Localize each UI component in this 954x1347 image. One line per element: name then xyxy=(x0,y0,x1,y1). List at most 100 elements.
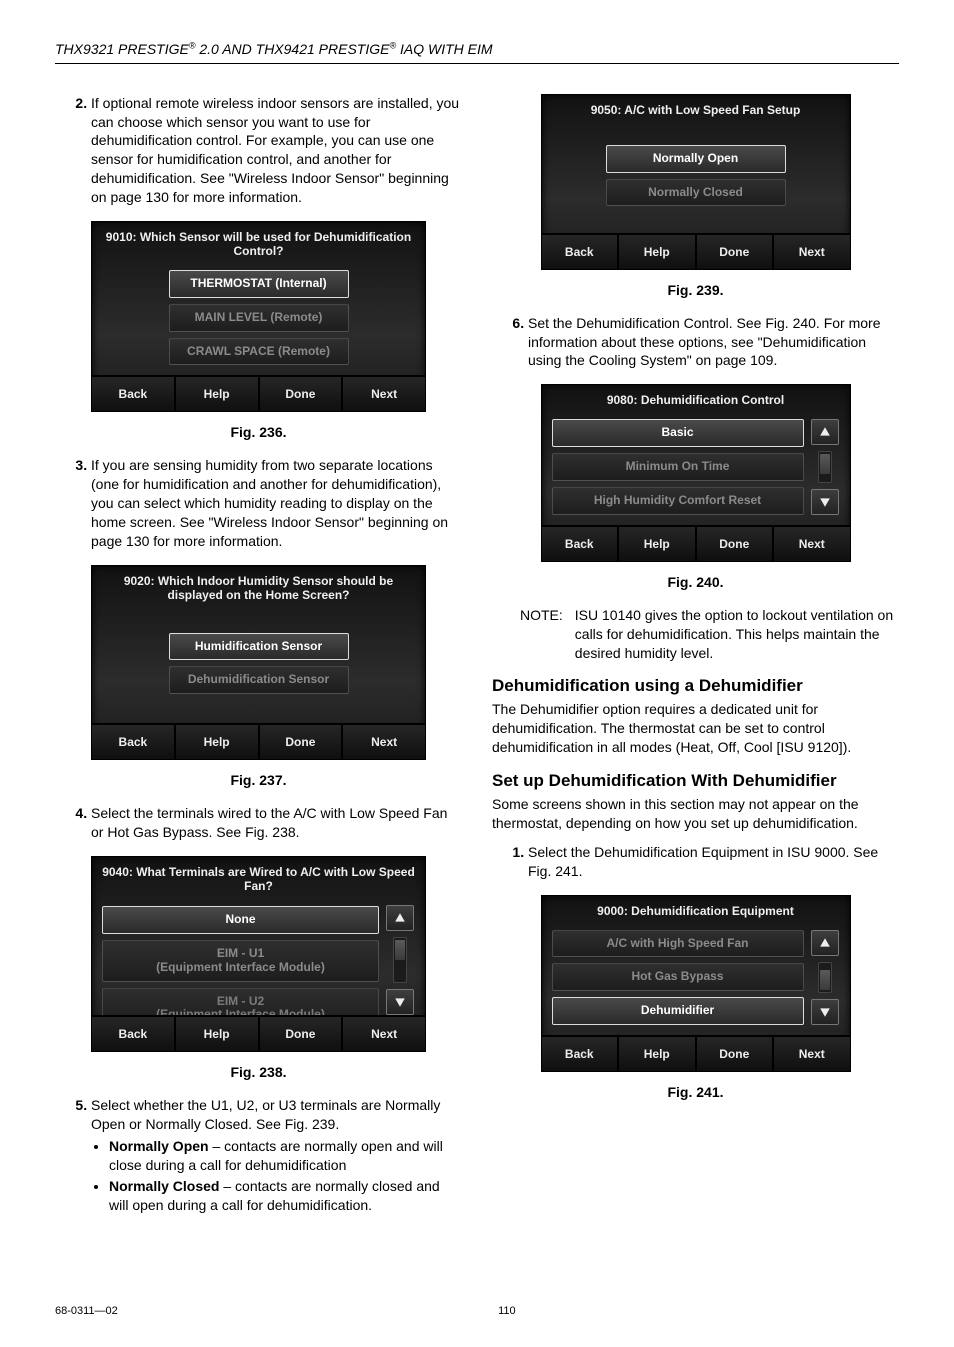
screen-9050: 9050: A/C with Low Speed Fan Setup Norma… xyxy=(541,94,851,270)
li3-text: If you are sensing humidity from two sep… xyxy=(91,457,448,549)
done-button[interactable]: Done xyxy=(260,1017,344,1051)
option-dehumidification-sensor[interactable]: Dehumidification Sensor xyxy=(169,666,349,694)
back-button[interactable]: Back xyxy=(542,235,620,269)
navbar: Back Help Done Next xyxy=(92,375,425,411)
option-crawl-space-remote[interactable]: CRAWL SPACE (Remote) xyxy=(169,338,349,366)
footer-page-number: 110 xyxy=(498,1305,516,1317)
fig-239-caption: Fig. 239. xyxy=(492,282,899,298)
opt-line1: EIM - U2 xyxy=(217,994,264,1008)
next-button[interactable]: Next xyxy=(774,527,850,561)
scroll-track[interactable] xyxy=(818,962,832,993)
screen-9040: 9040: What Terminals are Wired to A/C wi… xyxy=(91,856,426,1052)
chevron-down-icon xyxy=(394,996,406,1008)
fig-240-caption: Fig. 240. xyxy=(492,574,899,590)
list-item-2: If optional remote wireless indoor senso… xyxy=(91,94,462,207)
navbar: Back Help Done Next xyxy=(542,233,850,269)
done-button[interactable]: Done xyxy=(697,235,775,269)
back-button[interactable]: Back xyxy=(542,527,620,561)
help-button[interactable]: Help xyxy=(176,1017,260,1051)
note-text: ISU 10140 gives the option to lockout ve… xyxy=(575,606,899,663)
option-eim-u2[interactable]: EIM - U2 (Equipment Interface Module) xyxy=(102,988,379,1015)
done-button[interactable]: Done xyxy=(260,725,344,759)
screen-9020: 9020: Which Indoor Humidity Sensor shoul… xyxy=(91,565,426,760)
next-button[interactable]: Next xyxy=(343,377,425,411)
heading-set-up-dehumidification: Set up Dehumidification With Dehumidifie… xyxy=(492,771,899,791)
help-button[interactable]: Help xyxy=(176,377,260,411)
screen-title: 9050: A/C with Low Speed Fan Setup xyxy=(542,95,850,123)
back-button[interactable]: Back xyxy=(92,377,176,411)
paragraph-some-screens: Some screens shown in this section may n… xyxy=(492,795,899,833)
scrollbar[interactable] xyxy=(810,930,840,1025)
option-minimum-on-time[interactable]: Minimum On Time xyxy=(552,453,804,481)
done-button[interactable]: Done xyxy=(697,1037,775,1071)
screen-title: 9020: Which Indoor Humidity Sensor shoul… xyxy=(92,566,425,608)
option-basic[interactable]: Basic xyxy=(552,419,804,447)
option-eim-u1[interactable]: EIM - U1 (Equipment Interface Module) xyxy=(102,940,379,982)
note-label: NOTE: xyxy=(520,606,563,663)
scroll-thumb[interactable] xyxy=(820,454,830,474)
screen-title: 9000: Dehumidification Equipment xyxy=(542,896,850,924)
scrollbar[interactable] xyxy=(385,905,415,1015)
option-humidification-sensor[interactable]: Humidification Sensor xyxy=(169,633,349,661)
chevron-up-icon xyxy=(819,426,831,438)
scroll-down-button[interactable] xyxy=(386,989,414,1015)
scroll-down-button[interactable] xyxy=(811,999,839,1025)
opt-line2: (Equipment Interface Module) xyxy=(156,960,325,974)
page-footer: 68-0311—02 110 . xyxy=(55,1305,899,1317)
done-button[interactable]: Done xyxy=(260,377,344,411)
screen-title: 9010: Which Sensor will be used for Dehu… xyxy=(92,222,425,264)
scroll-up-button[interactable] xyxy=(811,419,839,445)
label: Normally Closed xyxy=(109,1178,219,1194)
heading-dehumidification-using-dehumidifier: Dehumidification using a Dehumidifier xyxy=(492,676,899,696)
help-button[interactable]: Help xyxy=(619,1037,697,1071)
navbar: Back Help Done Next xyxy=(92,1015,425,1051)
option-ac-high-speed-fan[interactable]: A/C with High Speed Fan xyxy=(552,930,804,958)
note: NOTE: ISU 10140 gives the option to lock… xyxy=(520,606,899,663)
option-hot-gas-bypass[interactable]: Hot Gas Bypass xyxy=(552,963,804,991)
scroll-track[interactable] xyxy=(818,451,832,482)
done-button[interactable]: Done xyxy=(697,527,775,561)
label: Normally Open xyxy=(109,1138,209,1154)
screen-9010: 9010: Which Sensor will be used for Dehu… xyxy=(91,221,426,412)
scroll-down-button[interactable] xyxy=(811,489,839,515)
paragraph-dehumidifier-option: The Dehumidifier option requires a dedic… xyxy=(492,700,899,757)
header-text: THX9321 PRESTIGE® 2.0 AND THX9421 PRESTI… xyxy=(55,41,493,57)
option-dehumidifier[interactable]: Dehumidifier xyxy=(552,997,804,1025)
bullet-normally-open: Normally Open – contacts are normally op… xyxy=(109,1137,462,1175)
list-item-1: Select the Dehumidification Equipment in… xyxy=(528,843,899,881)
list-item-6: Set the Dehumidification Control. See Fi… xyxy=(528,314,899,371)
back-button[interactable]: Back xyxy=(542,1037,620,1071)
scroll-thumb[interactable] xyxy=(395,940,405,960)
li6-text: Set the Dehumidification Control. See Fi… xyxy=(528,315,881,369)
next-button[interactable]: Next xyxy=(774,235,850,269)
chevron-up-icon xyxy=(819,937,831,949)
scroll-thumb[interactable] xyxy=(820,970,830,990)
next-button[interactable]: Next xyxy=(774,1037,850,1071)
scroll-up-button[interactable] xyxy=(811,930,839,956)
li2-text: If optional remote wireless indoor senso… xyxy=(91,95,459,205)
help-button[interactable]: Help xyxy=(619,235,697,269)
next-button[interactable]: Next xyxy=(343,1017,425,1051)
scroll-track[interactable] xyxy=(393,937,407,983)
fig-236-caption: Fig. 236. xyxy=(55,424,462,440)
screen-9000: 9000: Dehumidification Equipment A/C wit… xyxy=(541,895,851,1072)
fig-241-caption: Fig. 241. xyxy=(492,1084,899,1100)
scrollbar[interactable] xyxy=(810,419,840,514)
chevron-up-icon xyxy=(394,912,406,924)
list-item-4: Select the terminals wired to the A/C wi… xyxy=(91,804,462,842)
option-none[interactable]: None xyxy=(102,906,379,934)
help-button[interactable]: Help xyxy=(619,527,697,561)
scroll-up-button[interactable] xyxy=(386,905,414,931)
li5-text: Select whether the U1, U2, or U3 termina… xyxy=(91,1097,440,1132)
back-button[interactable]: Back xyxy=(92,725,176,759)
screen-9080: 9080: Dehumidification Control Basic Min… xyxy=(541,384,851,561)
option-normally-closed[interactable]: Normally Closed xyxy=(606,179,786,207)
next-button[interactable]: Next xyxy=(343,725,425,759)
navbar: Back Help Done Next xyxy=(92,723,425,759)
option-thermostat-internal[interactable]: THERMOSTAT (Internal) xyxy=(169,270,349,298)
option-high-humidity-comfort-reset[interactable]: High Humidity Comfort Reset xyxy=(552,487,804,515)
option-normally-open[interactable]: Normally Open xyxy=(606,145,786,173)
back-button[interactable]: Back xyxy=(92,1017,176,1051)
option-main-level-remote[interactable]: MAIN LEVEL (Remote) xyxy=(169,304,349,332)
help-button[interactable]: Help xyxy=(176,725,260,759)
